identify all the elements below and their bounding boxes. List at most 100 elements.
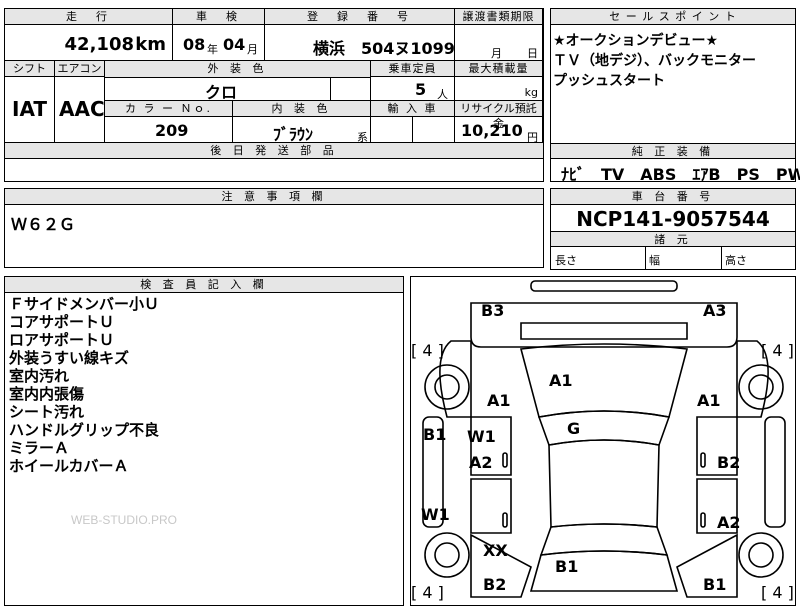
note-item: 室内汚れ: [9, 367, 70, 385]
label-fr-door: B2: [717, 453, 741, 472]
handle-shape: [502, 452, 508, 468]
color-no-header: カ ラ ー Ｎｏ.: [105, 101, 233, 117]
label-trunk: B1: [555, 557, 579, 576]
hood-shape: [519, 343, 689, 418]
transfer-day-unit: 日: [527, 47, 538, 60]
sales-point-header: セ ー ル ス ポ イ ン ト: [551, 9, 795, 25]
exterior-color-value: クロ: [205, 83, 238, 102]
note-item: コアサポートＵ: [9, 313, 115, 331]
tyre-fr-label: [ 4 ]: [761, 341, 794, 360]
front-body-shape: [470, 302, 738, 348]
import-cell: [371, 117, 413, 143]
aircon-cell: AAC: [55, 77, 105, 143]
max-load-unit: kg: [524, 86, 538, 99]
max-load-cell: kg: [455, 77, 543, 101]
car-diagram-box: B3 A3 [ 4 ] [ 4 ] A1 A1 A1 G B1 W1 A2 B2…: [410, 276, 796, 606]
interior-color-cell: ﾌﾞﾗｳﾝ 系: [233, 117, 371, 144]
label-a3: A3: [703, 301, 727, 320]
transfer-header: 譲渡書類期限: [455, 9, 543, 25]
note-item: ミラーＡ: [9, 439, 70, 457]
label-rear-right: B1: [703, 575, 727, 594]
color-no-value: 209: [155, 121, 189, 140]
wheel-rr-shape: [738, 532, 784, 578]
inspection-year: 08: [183, 35, 206, 54]
note-item: ハンドルグリップ不良: [9, 421, 160, 439]
front-bumper-shape: [530, 280, 678, 292]
shift-cell: IAT: [5, 77, 55, 143]
chassis-header: 車 台 番 号: [551, 189, 795, 205]
chassis-box: 車 台 番 号 NCP141-9057544 諸 元 長さ 幅 高さ: [550, 188, 796, 270]
note-item: 外装うすい線キズ: [9, 349, 130, 367]
wheel-fl-inner-shape: [434, 374, 460, 400]
dims-row: 長さ 幅 高さ: [551, 247, 795, 269]
registration-number: 横浜 504ヌ1099: [313, 39, 455, 58]
wheel-rr-inner-shape: [748, 542, 774, 568]
tyre-fl-label: [ 4 ]: [411, 341, 444, 360]
label-rl-sill: W1: [421, 505, 450, 524]
exterior-color-cell: クロ: [105, 77, 331, 102]
label-fl-fender: A1: [487, 391, 511, 410]
front-grill-shape: [520, 322, 688, 340]
label-b3: B3: [481, 301, 505, 320]
label-rear-left: B2: [483, 575, 507, 594]
handle-shape: [700, 452, 706, 468]
shift-header: シフト: [5, 61, 55, 77]
recycle-cell: 10,210 円: [455, 117, 543, 144]
transfer-month-unit: 月: [491, 47, 502, 60]
label-left-sill: B1: [423, 425, 447, 444]
wheel-rl-shape: [424, 532, 470, 578]
capacity-header: 乗車定員: [371, 61, 455, 77]
tyre-rr-label: [ 4 ]: [761, 583, 794, 602]
wheel-rl-inner-shape: [434, 542, 460, 568]
note-item: シート汚れ: [9, 403, 85, 421]
handle-shape: [502, 512, 508, 528]
equipment-items: ﾅﾋﾞ TV ABS ｴｱB PS PW: [561, 165, 800, 184]
trunk-shape: [529, 550, 679, 592]
top-info-table: 走 行 車 検 登 録 番 号 譲渡書類期限 42,108 km 08 年 04…: [4, 8, 544, 182]
label-rr-door: A2: [717, 513, 741, 532]
label-rl-quarter: XX: [483, 541, 508, 560]
label-fr-fender: A1: [697, 391, 721, 410]
note-item: Ｆサイドメンバー小Ｕ: [9, 295, 160, 313]
length-label: 長さ: [555, 254, 577, 267]
inspection-header: 車 検: [173, 9, 265, 25]
sales-point-line-3: プッシュスタート: [553, 73, 665, 89]
transfer-cell: 月 日: [455, 25, 543, 61]
label-roof: G: [567, 419, 581, 438]
handle-shape: [700, 512, 706, 528]
recycle-value: 10,210: [461, 121, 523, 140]
exterior-color-header: 外 装 色: [105, 61, 370, 78]
capacity-value: 5: [415, 80, 427, 99]
caution-value: Ｗ６２Ｇ: [11, 215, 76, 234]
label-hood: A1: [549, 371, 573, 390]
inspector-header: 検 査 員 記 入 欄: [5, 277, 403, 293]
label-fl-door: W1: [467, 427, 496, 446]
note-item: ロアサポートＵ: [9, 331, 115, 349]
sales-point-box: セ ー ル ス ポ イ ン ト ★オークションデビュー★ ＴＶ（地デジ）、バック…: [550, 8, 800, 184]
aircon-header: エアコン: [55, 61, 105, 77]
max-load-header: 最大積載量: [455, 61, 543, 77]
roof-shape: [548, 439, 660, 528]
watermark: WEB-STUDIO.PRO: [71, 513, 178, 527]
mileage-unit: km: [135, 34, 166, 55]
tyre-rl-label: [ 4 ]: [411, 583, 444, 602]
exterior-color-extra-cell: [331, 77, 371, 101]
exterior-color-header-cell: 外 装 色: [105, 61, 371, 78]
inspection-month: 04: [223, 35, 246, 54]
import-header: 輸 入 車: [371, 101, 455, 117]
width-label: 幅: [649, 254, 660, 267]
shift-value: IAT: [12, 97, 48, 121]
dims-divider-2: [721, 247, 722, 269]
recycle-header: リサイクル預託金: [455, 101, 543, 130]
mileage-cell: 42,108 km: [5, 25, 173, 61]
caution-box: 注 意 事 項 欄 Ｗ６２Ｇ: [4, 188, 544, 268]
equipment-header: 純 正 装 備: [551, 143, 795, 159]
caution-header: 注 意 事 項 欄: [5, 189, 543, 205]
note-item: 室内内張傷: [9, 385, 85, 403]
sales-point-line-2: ＴＶ（地デジ）、バックモニター: [553, 53, 756, 69]
inspection-cell: 08 年 04 月: [173, 25, 265, 61]
left-rear-door-shape: [470, 478, 512, 534]
wheel-fl-shape: [424, 364, 470, 410]
dims-header: 諸 元: [551, 231, 795, 247]
wheel-fr-shape: [738, 364, 784, 410]
